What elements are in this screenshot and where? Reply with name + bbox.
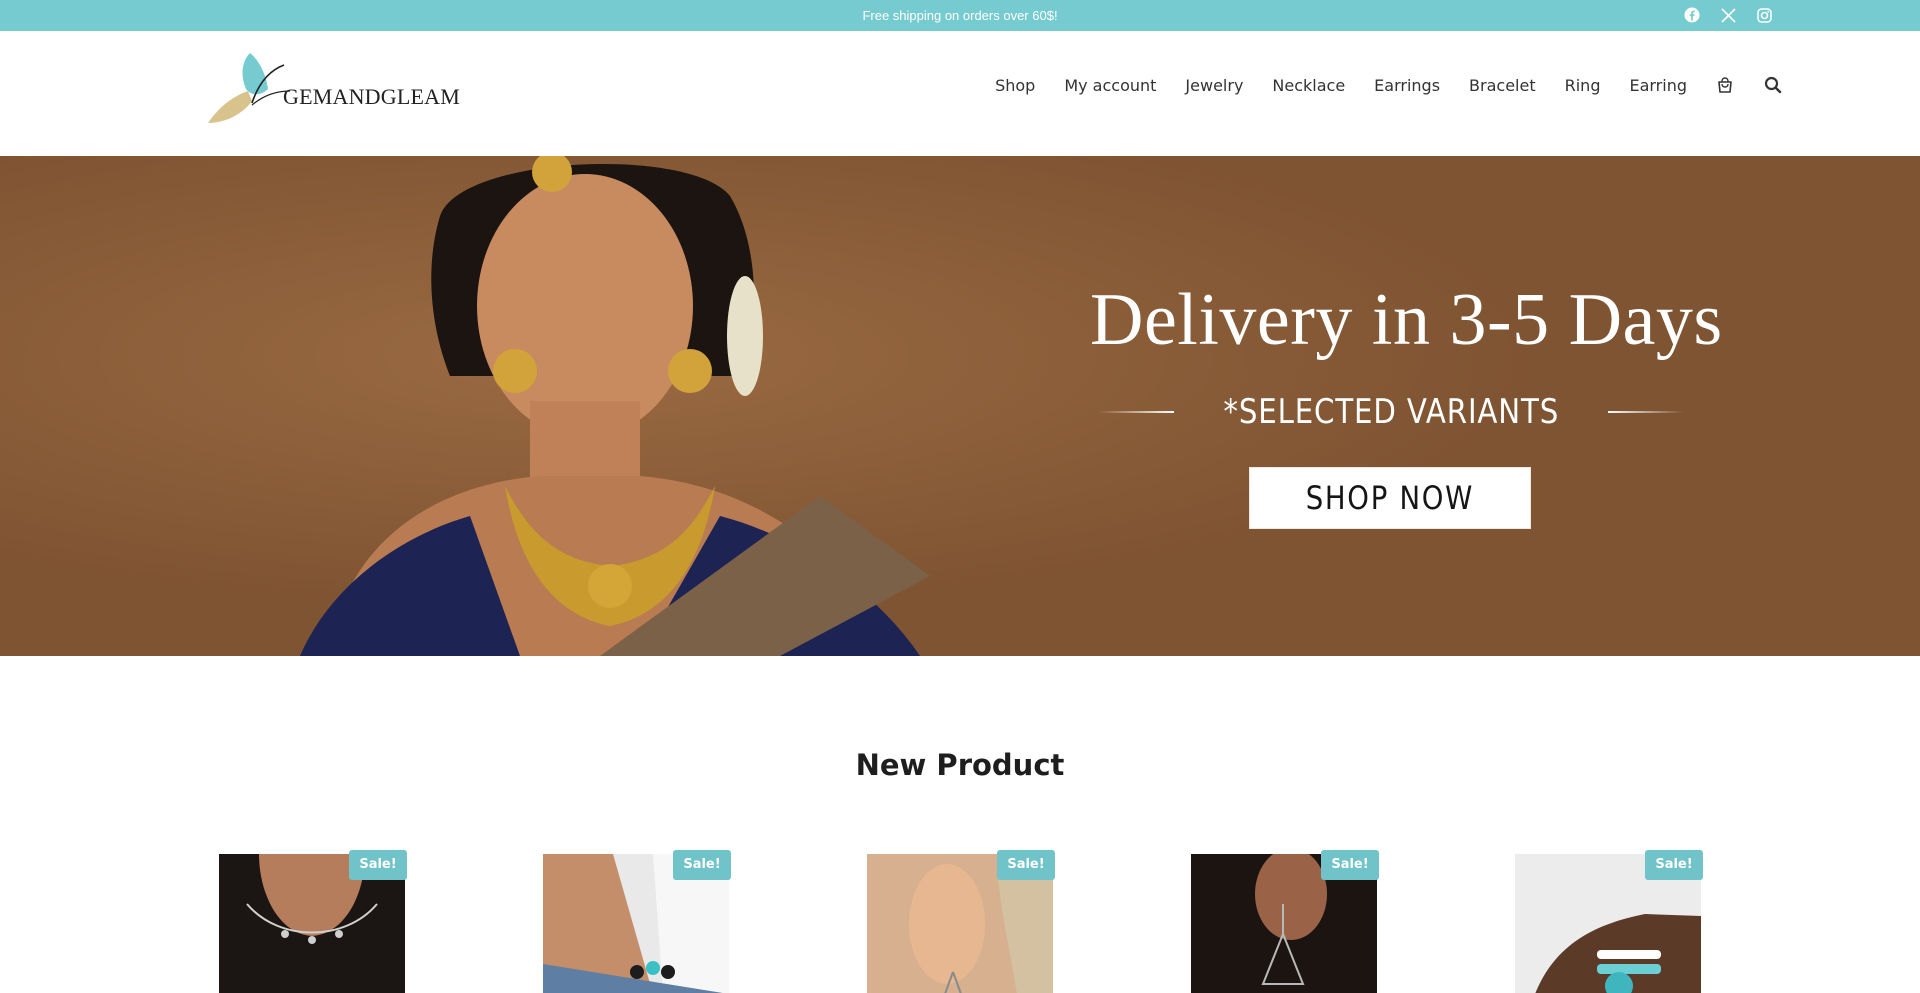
hero-subtitle: *SELECTED VARIANTS (1223, 392, 1559, 432)
announcement-bar: Free shipping on orders over 60$! (0, 0, 1920, 31)
hero-banner[interactable]: Delivery in 3-5 Days *SELECTED VARIANTS … (0, 156, 1920, 656)
hero-divider-left (1098, 411, 1174, 413)
sale-badge: Sale! (349, 850, 407, 880)
sale-badge: Sale! (673, 850, 731, 880)
product-card[interactable]: Sale! (1504, 848, 1734, 993)
nav-jewelry[interactable]: Jewelry (1185, 76, 1243, 95)
nav-bracelet[interactable]: Bracelet (1469, 76, 1536, 95)
sale-badge: Sale! (1321, 850, 1379, 880)
site-header: GEMANDGLEAM Shop My account Jewelry Neck… (0, 31, 1920, 156)
facebook-icon[interactable] (1683, 6, 1701, 24)
nav-shop[interactable]: Shop (995, 76, 1035, 95)
free-shipping-text: Free shipping on orders over 60$! (862, 8, 1058, 23)
nav-earring[interactable]: Earring (1629, 76, 1687, 95)
logo-wordmark: GEMANDGLEAM (283, 84, 460, 109)
nav-earrings[interactable]: Earrings (1374, 76, 1440, 95)
product-card[interactable]: Sale! (1180, 848, 1410, 993)
product-card[interactable]: Sale! (532, 848, 762, 993)
x-icon[interactable] (1719, 6, 1737, 24)
nav-necklace[interactable]: Necklace (1272, 76, 1345, 95)
main-navigation: Shop My account Jewelry Necklace Earring… (995, 71, 1783, 99)
shop-now-button[interactable]: SHOP NOW (1249, 467, 1531, 529)
hero-title: Delivery in 3-5 Days (1090, 279, 1723, 361)
hero-divider-right (1608, 411, 1685, 413)
nav-my-account[interactable]: My account (1064, 76, 1156, 95)
hero-subtitle-row: *SELECTED VARIANTS (1098, 388, 1685, 436)
search-icon[interactable] (1763, 75, 1783, 95)
nav-ring[interactable]: Ring (1565, 76, 1601, 95)
social-links (1683, 6, 1773, 24)
product-card[interactable]: Sale! (208, 848, 438, 993)
shop-now-label: SHOP NOW (1305, 479, 1475, 517)
sale-badge: Sale! (997, 850, 1055, 880)
product-card[interactable]: Sale! (856, 848, 1086, 993)
new-product-heading: New Product (855, 748, 1065, 782)
product-grid: Sale! Sale! Sale! Sale! Sale! (0, 848, 1920, 993)
instagram-icon[interactable] (1755, 6, 1773, 24)
sale-badge: Sale! (1645, 850, 1703, 880)
cart-icon[interactable] (1715, 75, 1735, 95)
